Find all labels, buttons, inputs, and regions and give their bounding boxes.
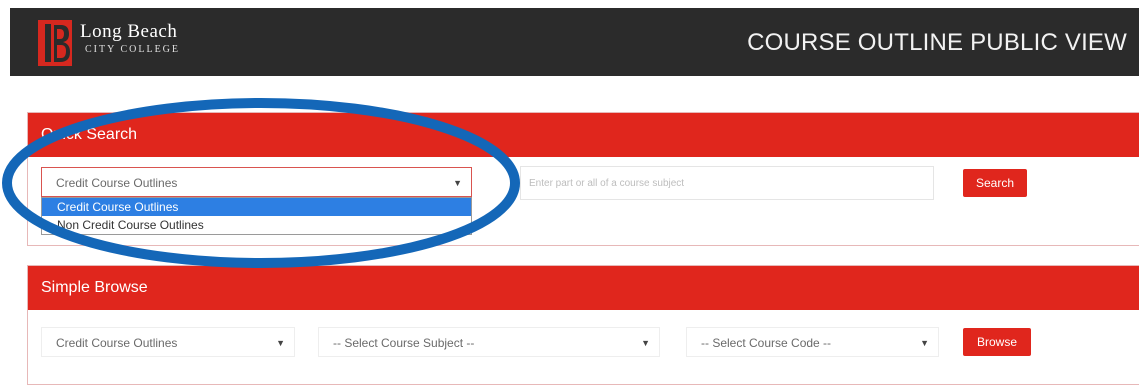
browse-type-select[interactable]: Credit Course Outlines ▼ [41,327,295,357]
chevron-down-icon: ▼ [276,338,285,348]
course-subject-value: -- Select Course Subject -- [333,336,475,350]
quick-search-type-value: Credit Course Outlines [56,176,178,190]
course-code-select[interactable]: -- Select Course Code -- ▼ [686,327,939,357]
chevron-down-icon: ▼ [920,338,929,348]
dropdown-option-credit[interactable]: Credit Course Outlines [42,198,471,216]
top-header: Long Beach CITY COLLEGE COURSE OUTLINE P… [10,8,1139,76]
lbcc-logo-icon [38,20,72,66]
logo-subtitle: CITY COLLEGE [85,44,181,55]
page-title: COURSE OUTLINE PUBLIC VIEW [747,29,1127,56]
simple-browse-heading: Simple Browse [28,266,1139,310]
search-button[interactable]: Search [963,169,1027,197]
course-subject-search-input[interactable]: Enter part or all of a course subject [520,166,934,200]
course-subject-select[interactable]: -- Select Course Subject -- ▼ [318,327,660,357]
simple-browse-panel: Simple Browse [27,265,1139,385]
chevron-down-icon: ▼ [641,338,650,348]
browse-type-value: Credit Course Outlines [56,336,178,350]
browse-button[interactable]: Browse [963,328,1031,356]
quick-search-type-select[interactable]: Credit Course Outlines ▼ [41,167,472,197]
dropdown-option-non-credit[interactable]: Non Credit Course Outlines [42,216,471,234]
logo-name: Long Beach [80,21,178,42]
search-input-placeholder: Enter part or all of a course subject [529,178,685,189]
quick-search-type-dropdown: Credit Course Outlines Non Credit Course… [41,197,472,235]
chevron-down-icon: ▼ [453,178,462,188]
course-code-value: -- Select Course Code -- [701,336,832,350]
quick-search-heading: Quick Search [28,113,1139,157]
